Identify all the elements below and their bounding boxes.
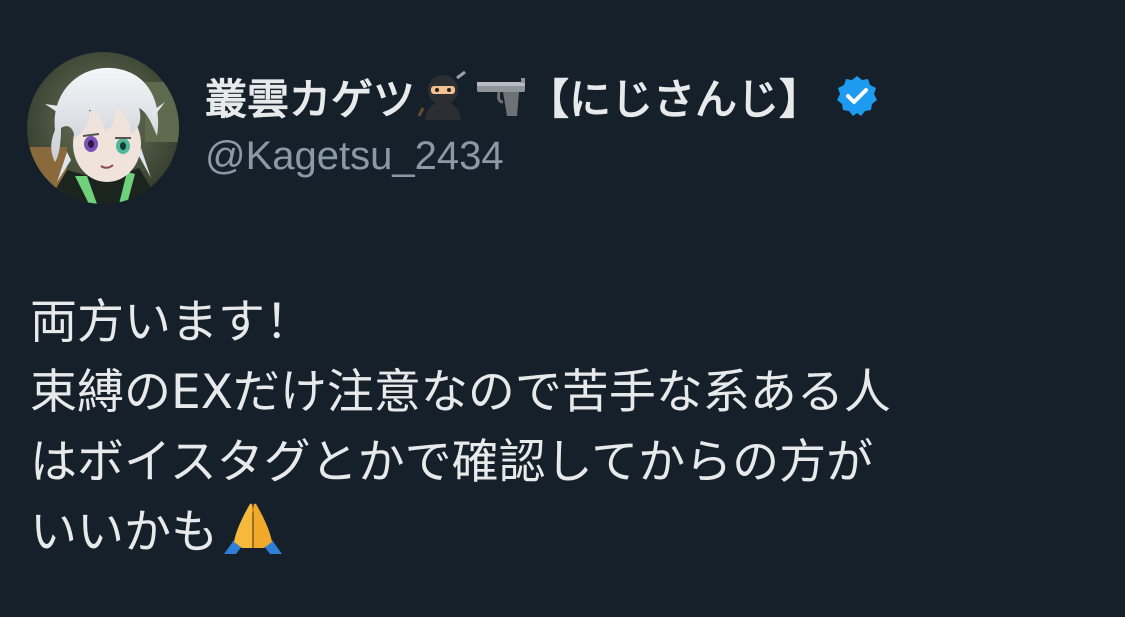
tweet-text-line: 両方います！ xyxy=(30,295,312,350)
ninja-emoji-icon xyxy=(417,70,469,122)
folded-hands-emoji-icon xyxy=(222,500,284,556)
tweet-text-line: 束縛のEXだけ注意なので苦手な系ある人 xyxy=(30,365,891,420)
tweet-text-line: はボイスタグとかで確認してからの方が xyxy=(30,435,874,490)
tweet-text: 両方います！ 束縛のEXだけ注意なので苦手な系ある人 はボイスタグとかで確認して… xyxy=(30,288,1110,568)
tweet-text-last-line: いいかも xyxy=(30,498,1110,568)
tweet-text-line: いいかも xyxy=(30,505,218,560)
avatar[interactable] xyxy=(27,52,179,204)
display-name-row[interactable]: 叢雲カゲツ 【にじさんじ】 xyxy=(205,66,879,126)
display-name[interactable]: 叢雲カゲツ xyxy=(205,66,415,127)
tweet-card: 叢雲カゲツ 【にじさんじ】 @Kagetsu_2434 両方います！ 束縛のEX… xyxy=(0,0,1125,617)
pistol-emoji-icon xyxy=(473,70,526,122)
verified-badge-icon[interactable] xyxy=(835,74,879,118)
display-name-suffix[interactable]: 【にじさんじ】 xyxy=(527,66,821,127)
user-handle[interactable]: @Kagetsu_2434 xyxy=(205,134,504,179)
